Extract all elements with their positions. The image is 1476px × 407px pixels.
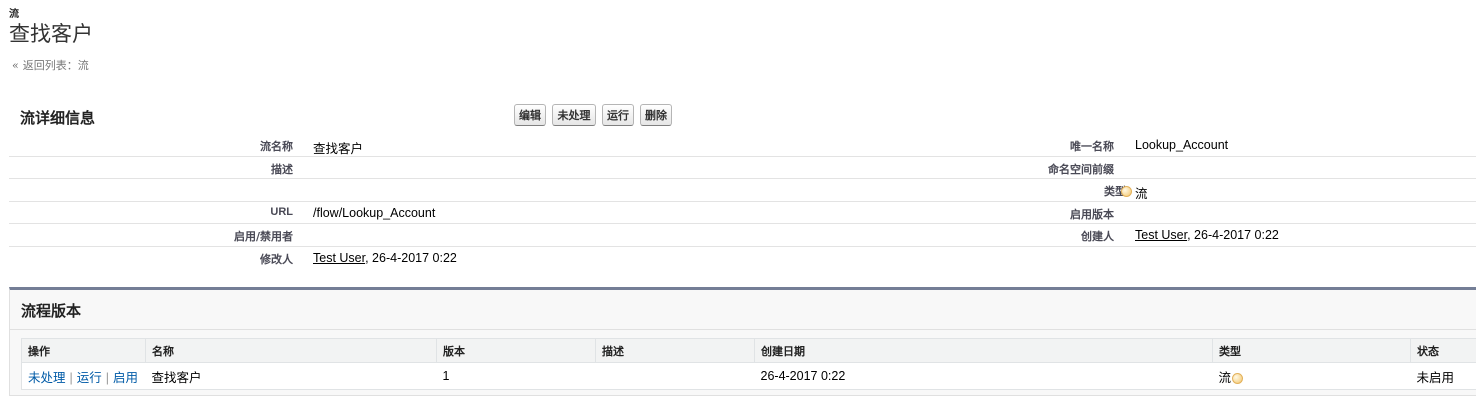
modified-by-label: 修改人 [260, 252, 293, 266]
url-value: /flow/Lookup_Account [313, 205, 436, 220]
created-by-user-link[interactable]: Test User [1135, 228, 1187, 242]
detail-section-title: 流详细信息 [20, 109, 96, 127]
col-version: 版本 [436, 338, 596, 363]
col-action: 操作 [21, 338, 146, 363]
delete-button[interactable]: 删除 [640, 104, 672, 126]
flow-type-icon [1121, 186, 1132, 197]
description-label: 描述 [271, 162, 293, 176]
namespace-label: 命名空间前缀 [1048, 162, 1114, 176]
versions-divider [10, 329, 1476, 330]
toggled-by-label: 启用/禁用者 [233, 230, 293, 243]
row-type: 流 [1213, 363, 1411, 390]
modified-by-value: Test User, 26-4-2017 0:22 [313, 251, 457, 265]
row-name: 查找客户 [151, 370, 202, 385]
col-created-date: 创建日期 [754, 338, 1213, 363]
modified-by-user-link[interactable]: Test User [313, 251, 365, 265]
deactivate-button[interactable]: 未处理 [552, 104, 596, 126]
type-value: 流 [1135, 187, 1148, 201]
detail-row-5: 启用/禁用者 创建人 Test User, 26-4-2017 0:22 [9, 224, 1476, 247]
flow-name-value: 查找客户 [313, 142, 364, 156]
col-name: 名称 [145, 338, 437, 363]
created-by-date: , 26-4-2017 0:22 [1187, 228, 1279, 242]
col-status: 状态 [1410, 338, 1476, 363]
unique-name-label: 唯一名称 [1070, 140, 1114, 153]
versions-header-row: 操作 名称 版本 描述 创建日期 类型 状态 [21, 338, 1476, 363]
flow-type-icon [1232, 372, 1244, 384]
row-description [596, 363, 755, 390]
row-created-date: 26-4-2017 0:22 [760, 369, 846, 383]
flow-name-label: 流名称 [260, 140, 293, 153]
row-activate-link[interactable]: 启用 [113, 371, 138, 385]
edit-button[interactable]: 编辑 [514, 104, 546, 126]
page-title: 查找客户 [9, 22, 93, 46]
modified-by-date: , 26-4-2017 0:22 [365, 250, 457, 265]
created-by-label: 创建人 [1081, 230, 1114, 243]
flow-versions-panel: 流程版本 操作 名称 版本 描述 创建日期 类型 状态 未处理 | 运行 | 启用 查找… [9, 287, 1476, 396]
back-link-label[interactable]: 返回列表：流 [23, 59, 89, 72]
back-arrow-icon: « [12, 59, 19, 72]
col-type: 类型 [1212, 338, 1411, 363]
versions-section-title: 流程版本 [21, 302, 82, 320]
detail-table: 流名称 查找客户 唯一名称 Lookup_Account 描述 命名空间前缀 类… [9, 134, 1476, 268]
row-version: 1 [442, 369, 450, 383]
url-label: URL [270, 205, 293, 218]
row-deactivate-link[interactable]: 未处理 [28, 371, 66, 385]
versions-table: 操作 名称 版本 描述 创建日期 类型 状态 未处理 | 运行 | 启用 查找客户 1 … [21, 338, 1476, 390]
run-button[interactable]: 运行 [602, 104, 634, 126]
row-run-link[interactable]: 运行 [77, 371, 102, 385]
detail-toolbar: 编辑 未处理 运行 删除 [514, 104, 672, 126]
row-type-value: 流 [1218, 370, 1232, 385]
created-by-value: Test User, 26-4-2017 0:22 [1135, 228, 1279, 242]
detail-row-6: 修改人 Test User, 26-4-2017 0:22 [9, 247, 1476, 269]
row-actions: 未处理 | 运行 | 启用 [22, 363, 146, 390]
detail-row-1: 流名称 查找客户 唯一名称 Lookup_Account [9, 134, 1476, 157]
table-row: 未处理 | 运行 | 启用 查找客户 1 26-4-2017 0:22 流 未启用 [22, 363, 1476, 390]
row-status: 未启用 [1416, 370, 1455, 385]
action-separator: | [105, 370, 110, 385]
active-version-label: 启用版本 [1070, 207, 1114, 221]
action-separator: | [69, 370, 73, 385]
unique-name-value: Lookup_Account [1135, 138, 1229, 152]
detail-row-2: 描述 命名空间前缀 [9, 157, 1476, 179]
detail-row-3: 类型 流 [9, 179, 1476, 202]
detail-row-4: URL /flow/Lookup_Account 启用版本 [9, 202, 1476, 224]
col-description: 描述 [595, 338, 755, 363]
back-to-list-link[interactable]: « 返回列表：流 [12, 57, 89, 73]
